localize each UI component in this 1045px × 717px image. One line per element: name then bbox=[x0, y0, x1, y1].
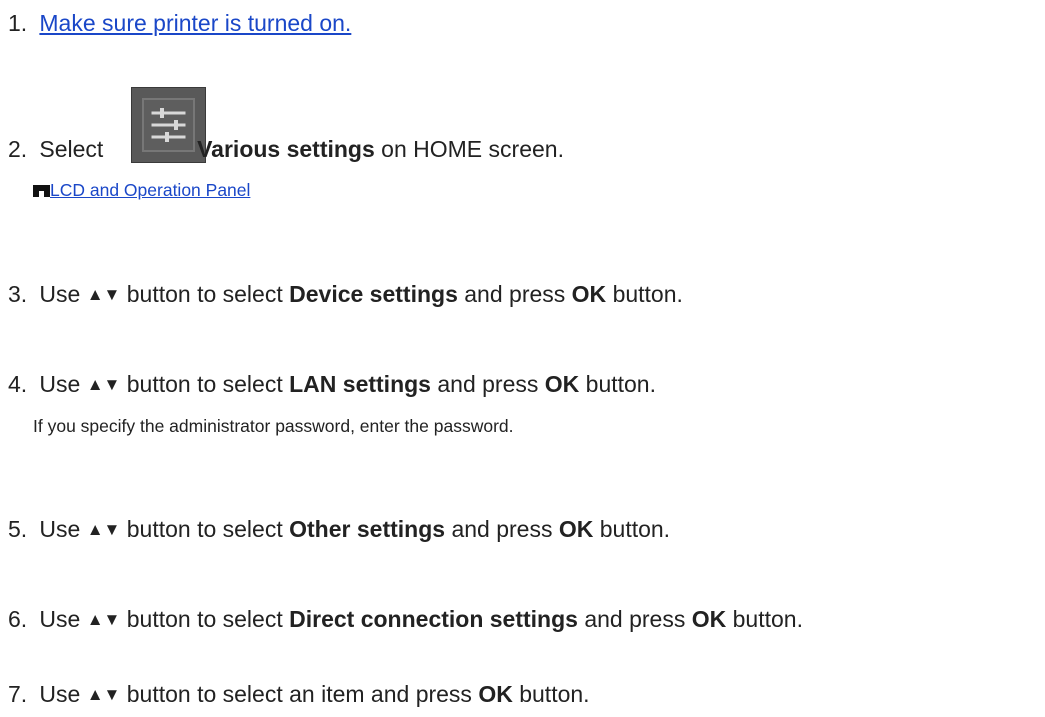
step-text: button to select bbox=[126, 516, 283, 542]
menu-item-various-settings: Various settings bbox=[197, 136, 375, 162]
up-down-arrows-icon: ▲▼ bbox=[86, 285, 121, 304]
step-text: Use bbox=[39, 281, 81, 307]
menu-item-lan-settings: LAN settings bbox=[289, 371, 431, 397]
step-number: 2. bbox=[8, 136, 28, 162]
step-6: 6. Use ▲▼ button to select Direct connec… bbox=[8, 605, 803, 634]
step-text: Use bbox=[39, 606, 81, 632]
step-text: button to select an item and press bbox=[126, 681, 472, 707]
step-number: 7. bbox=[8, 681, 28, 707]
admin-password-note: If you specify the administrator passwor… bbox=[33, 416, 514, 436]
step-text: and press bbox=[451, 516, 553, 542]
step-text: Use bbox=[39, 371, 81, 397]
step-number: 6. bbox=[8, 606, 28, 632]
step-number: 4. bbox=[8, 371, 28, 397]
lcd-operation-panel-link[interactable]: LCD and Operation Panel bbox=[50, 180, 250, 200]
step-text: Use bbox=[39, 681, 81, 707]
step-text: on HOME screen. bbox=[381, 136, 564, 162]
ok-key: OK bbox=[544, 371, 580, 397]
step-text: button. bbox=[599, 516, 671, 542]
step-text: button to select bbox=[126, 606, 283, 632]
step-5: 5. Use ▲▼ button to select Other setting… bbox=[8, 515, 670, 544]
up-down-arrows-icon: ▲▼ bbox=[86, 610, 121, 629]
up-down-arrows-icon: ▲▼ bbox=[86, 520, 121, 539]
printer-on-link[interactable]: Make sure printer is turned on. bbox=[39, 10, 351, 36]
related-link[interactable]: LCD and Operation Panel bbox=[33, 179, 250, 201]
menu-item-other-settings: Other settings bbox=[289, 516, 446, 542]
up-down-arrows-icon: ▲▼ bbox=[86, 375, 121, 394]
link-marker-icon bbox=[33, 185, 50, 197]
step-3: 3. Use ▲▼ button to select Device settin… bbox=[8, 280, 683, 309]
step-4: 4. Use ▲▼ button to select LAN settings … bbox=[8, 370, 656, 399]
ok-key: OK bbox=[558, 516, 594, 542]
step-2: 2. Select Various settings on HOME scree… bbox=[8, 135, 564, 163]
step-text: button. bbox=[585, 371, 656, 397]
step-7: 7. Use ▲▼ button to select an item and p… bbox=[8, 680, 590, 709]
menu-item-direct-connection-settings: Direct connection settings bbox=[289, 606, 578, 632]
step-text: and press bbox=[464, 281, 566, 307]
step-text: and press bbox=[584, 606, 686, 632]
step-1: 1. Make sure printer is turned on. bbox=[8, 9, 351, 37]
up-down-arrows-icon: ▲▼ bbox=[86, 685, 121, 704]
step-text: button. bbox=[732, 606, 803, 632]
ok-key: OK bbox=[478, 681, 513, 707]
step-number: 1. bbox=[8, 10, 28, 36]
step-text: button to select bbox=[126, 281, 283, 307]
step-text: button. bbox=[519, 681, 590, 707]
step-text: Use bbox=[39, 516, 81, 542]
step-text: and press bbox=[437, 371, 539, 397]
step-text: button to select bbox=[126, 371, 283, 397]
step-text: button. bbox=[612, 281, 683, 307]
step-text: Select bbox=[39, 136, 104, 162]
step-number: 3. bbox=[8, 281, 28, 307]
step-number: 5. bbox=[8, 516, 28, 542]
ok-key: OK bbox=[571, 281, 607, 307]
menu-item-device-settings: Device settings bbox=[289, 281, 458, 307]
ok-key: OK bbox=[691, 606, 727, 632]
